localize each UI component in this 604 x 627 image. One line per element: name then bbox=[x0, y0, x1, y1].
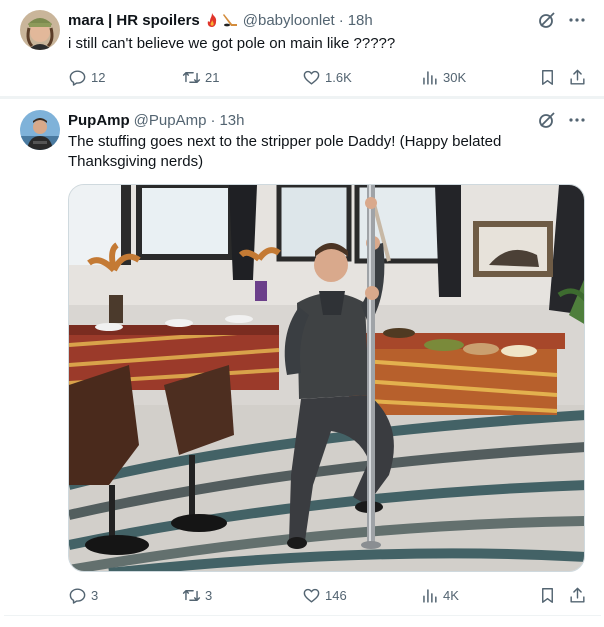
tweet[interactable]: mara | HR spoilers @babyloonlet · 18h i … bbox=[4, 0, 601, 97]
bookmark-icon bbox=[542, 587, 553, 603]
tweet[interactable]: PupAmp @PupAmp · 13h The stuffing goes n… bbox=[4, 98, 601, 616]
fire-emoji-icon bbox=[207, 13, 216, 27]
repost-button[interactable]: 3 bbox=[182, 584, 212, 606]
views-count: 4K bbox=[443, 587, 459, 603]
reply-button[interactable]: 12 bbox=[68, 66, 105, 88]
bookmark-button[interactable] bbox=[538, 584, 561, 606]
separator-dot: · bbox=[338, 11, 344, 29]
tweet-text: i still can't believe we got pole on mai… bbox=[68, 35, 396, 52]
bookmark-button[interactable] bbox=[538, 66, 561, 88]
share-button[interactable] bbox=[568, 66, 591, 88]
display-name[interactable]: mara | HR spoilers bbox=[68, 12, 200, 29]
timestamp[interactable]: 13h bbox=[219, 112, 244, 129]
like-button[interactable]: 146 bbox=[302, 584, 347, 606]
reply-count: 3 bbox=[91, 587, 99, 603]
more-icon[interactable] bbox=[567, 10, 587, 30]
reply-button[interactable]: 3 bbox=[68, 584, 98, 606]
share-button[interactable] bbox=[568, 584, 591, 606]
like-icon bbox=[303, 588, 320, 603]
tweet-text: The stuffing goes next to the stripper p… bbox=[68, 133, 502, 170]
repost-icon bbox=[182, 71, 201, 83]
views-icon bbox=[423, 70, 437, 85]
more-icon[interactable] bbox=[567, 110, 587, 130]
share-icon bbox=[570, 587, 585, 603]
views-icon bbox=[423, 588, 437, 603]
bookmark-icon bbox=[542, 69, 553, 85]
repost-count: 3 bbox=[205, 587, 213, 603]
like-button[interactable]: 1.6K bbox=[302, 66, 352, 88]
timestamp[interactable]: 18h bbox=[348, 12, 373, 29]
separator-dot: · bbox=[210, 111, 216, 129]
repost-count: 21 bbox=[205, 69, 220, 85]
reply-icon bbox=[69, 587, 86, 604]
action-bar: 12 21 1.6K 30K bbox=[64, 66, 588, 88]
hockey-emoji-icon bbox=[222, 14, 237, 27]
avatar[interactable] bbox=[20, 10, 60, 50]
share-icon bbox=[570, 69, 585, 85]
tweet-photo[interactable] bbox=[68, 184, 585, 572]
display-name[interactable]: PupAmp bbox=[68, 112, 130, 129]
like-icon bbox=[303, 70, 320, 85]
repost-button[interactable]: 21 bbox=[182, 66, 219, 88]
handle[interactable]: @PupAmp bbox=[134, 112, 207, 129]
handle[interactable]: @babyloonlet bbox=[243, 12, 335, 29]
views-button[interactable]: 4K bbox=[420, 584, 459, 606]
reply-count: 12 bbox=[91, 69, 106, 85]
like-count: 146 bbox=[325, 587, 347, 603]
tweet-header: mara | HR spoilers @babyloonlet · 18h bbox=[68, 10, 373, 30]
like-count: 1.6K bbox=[325, 69, 352, 85]
reply-icon bbox=[69, 69, 86, 86]
action-bar: 3 3 146 4K bbox=[64, 584, 588, 606]
repost-icon bbox=[182, 589, 201, 601]
tweet-header: PupAmp @PupAmp · 13h bbox=[68, 110, 244, 130]
avatar[interactable] bbox=[20, 110, 60, 150]
grok-icon[interactable] bbox=[537, 10, 557, 30]
views-button[interactable]: 30K bbox=[420, 66, 466, 88]
views-count: 30K bbox=[443, 69, 467, 85]
grok-icon[interactable] bbox=[537, 110, 557, 130]
name-emojis bbox=[204, 12, 239, 28]
